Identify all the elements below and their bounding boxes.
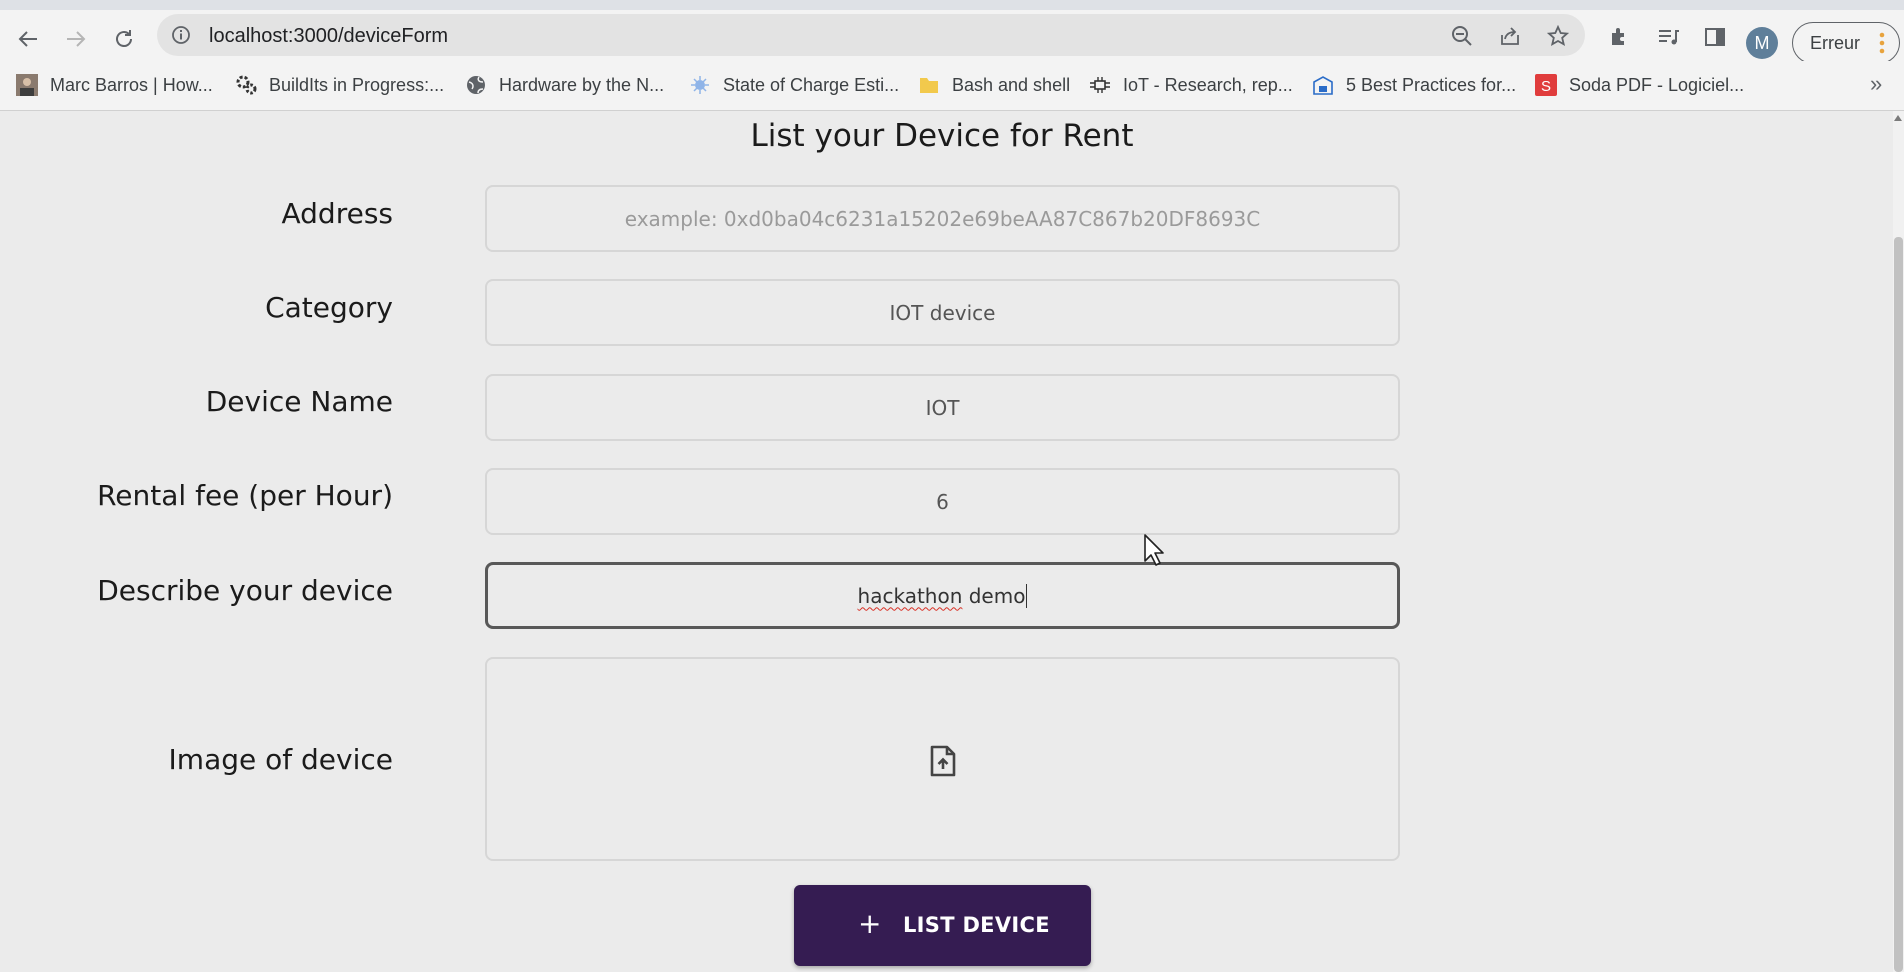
bookmark-label: Bash and shell — [952, 74, 1071, 95]
bookmark-item[interactable]: S Soda PDF - Logiciel... — [1535, 73, 1744, 97]
bookmark-label: State of Charge Esti... — [723, 74, 900, 95]
address-label: Address — [281, 197, 393, 230]
address-bar[interactable]: localhost:3000/deviceForm — [157, 14, 1585, 56]
circuit-icon — [1090, 77, 1110, 93]
bookmark-label: Hardware by the N... — [499, 74, 665, 95]
share-icon[interactable] — [1499, 25, 1521, 47]
bookmark-label: Marc Barros | How... — [50, 74, 213, 95]
category-value: IOT device — [889, 300, 996, 325]
bookmark-item[interactable]: 5 Best Practices for... — [1312, 73, 1516, 97]
misspelled-word: hackathon — [857, 583, 963, 608]
gears-icon — [236, 75, 257, 95]
scroll-up-arrow-icon[interactable] — [1894, 115, 1902, 121]
text-caret — [1026, 583, 1028, 608]
scrollbar-thumb[interactable] — [1894, 237, 1903, 972]
device-form-page: List your Device for Rent Address exampl… — [0, 111, 1893, 972]
profile-error-button[interactable]: Erreur — [1792, 22, 1900, 64]
list-device-button[interactable]: + LIST DEVICE — [794, 885, 1091, 966]
bookmark-item[interactable]: IoT - Research, rep... — [1089, 73, 1293, 97]
bookmark-item[interactable]: State of Charge Esti... — [689, 73, 899, 97]
forward-arrow-icon — [67, 31, 86, 47]
bookmarks-bar: Marc Barros | How... BuildIts in Progres… — [0, 61, 1904, 111]
back-button[interactable] — [14, 25, 42, 53]
document-icon — [1313, 76, 1333, 95]
rental-fee-input[interactable]: 6 — [485, 468, 1400, 535]
bookmark-item[interactable]: Hardware by the N... — [465, 73, 664, 97]
url-text[interactable]: localhost:3000/deviceForm — [209, 25, 448, 48]
device-name-input[interactable]: IOT — [485, 374, 1400, 441]
bookmark-item[interactable]: BuildIts in Progress:... — [235, 73, 444, 97]
tab-strip — [0, 0, 1904, 10]
soda-pdf-icon: S — [1535, 74, 1557, 96]
device-name-label: Device Name — [205, 385, 393, 418]
mouse-pointer-icon — [1144, 534, 1164, 566]
forward-button[interactable] — [62, 25, 90, 53]
bookmark-star-icon[interactable] — [1547, 25, 1569, 47]
back-arrow-icon — [18, 31, 37, 47]
bookmark-label: BuildIts in Progress:... — [269, 74, 445, 95]
profile-avatar[interactable]: M — [1746, 27, 1778, 59]
description-input[interactable]: hackathon demo — [485, 562, 1400, 629]
media-playlist-icon[interactable] — [1656, 25, 1680, 49]
device-name-value: IOT — [925, 395, 960, 420]
folder-icon — [920, 78, 938, 93]
browser-toolbar: localhost:3000/deviceForm M Erreur — [0, 10, 1904, 64]
reload-icon — [116, 30, 132, 47]
svg-text:S: S — [1541, 78, 1551, 95]
bookmark-item[interactable]: Bash and shell — [918, 73, 1070, 97]
profile-initial: M — [1754, 32, 1770, 53]
page-scrollbar[interactable] — [1893, 111, 1904, 972]
person-photo-icon — [16, 74, 38, 96]
side-panel-icon[interactable] — [1703, 25, 1727, 49]
rental-fee-value: 6 — [936, 489, 949, 514]
zoom-out-icon[interactable] — [1451, 25, 1473, 47]
image-dropzone[interactable] — [485, 657, 1400, 861]
more-bookmarks-button[interactable]: » — [1870, 71, 1882, 97]
page-title: List your Device for Rent — [750, 118, 1134, 154]
list-device-label: LIST DEVICE — [903, 913, 1050, 937]
extensions-puzzle-icon[interactable] — [1608, 25, 1632, 49]
file-upload-icon[interactable] — [929, 745, 957, 777]
rental-fee-label: Rental fee (per Hour) — [97, 479, 393, 512]
image-label: Image of device — [168, 743, 393, 776]
bookmark-label: Soda PDF - Logiciel... — [1569, 74, 1745, 95]
address-placeholder: example: 0xd0ba04c6231a15202e69beAA87C86… — [624, 206, 1261, 231]
profile-error-label: Erreur — [1810, 33, 1861, 53]
reload-button[interactable] — [110, 25, 138, 53]
plus-icon: + — [858, 907, 882, 940]
bookmark-label: IoT - Research, rep... — [1123, 74, 1293, 95]
globe-icon — [467, 76, 485, 94]
site-info-icon[interactable] — [171, 25, 191, 45]
bookmark-label: 5 Best Practices for... — [1346, 74, 1517, 95]
address-input[interactable]: example: 0xd0ba04c6231a15202e69beAA87C86… — [485, 185, 1400, 252]
description-label: Describe your device — [97, 574, 393, 607]
description-value-rest: demo — [962, 583, 1026, 608]
category-label: Category — [265, 291, 393, 324]
star-burst-icon — [691, 76, 709, 94]
bookmark-item[interactable]: Marc Barros | How... — [16, 73, 213, 97]
menu-kebab-icon[interactable] — [1879, 32, 1885, 54]
category-input[interactable]: IOT device — [485, 279, 1400, 346]
